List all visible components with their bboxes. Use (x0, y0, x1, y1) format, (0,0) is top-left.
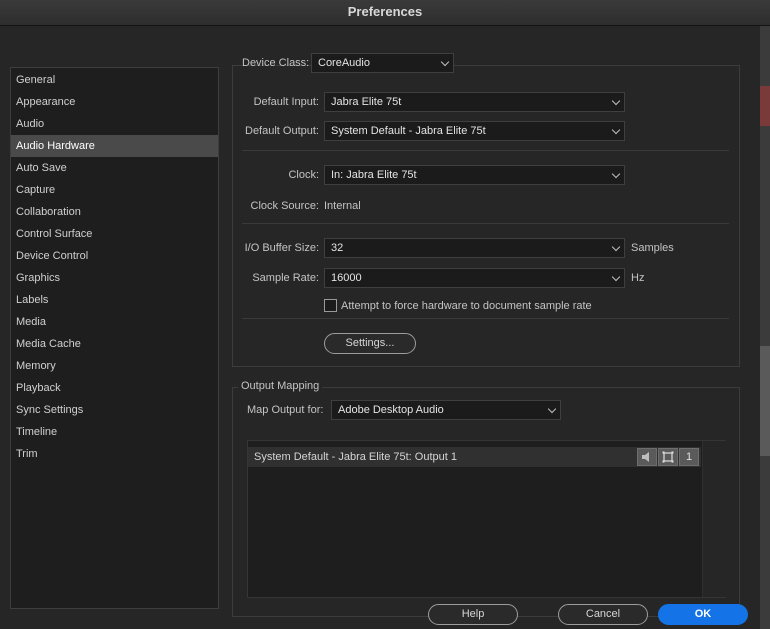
default-output-label: Default Output: (245, 125, 319, 137)
output-mapping-list: System Default - Jabra Elite 75t: Output… (247, 440, 726, 598)
divider (242, 150, 729, 151)
chevron-down-icon (547, 404, 557, 414)
speaker-icon[interactable] (637, 448, 657, 466)
map-output-for-label: Map Output for: (247, 404, 324, 416)
sidebar-item-audio-hardware[interactable]: Audio Hardware (11, 135, 218, 157)
buffer-size-select[interactable]: 32 (324, 238, 625, 258)
sidebar-item-sync-settings[interactable]: Sync Settings (11, 399, 218, 421)
speaker-glyph (642, 452, 649, 462)
map-output-for-value: Adobe Desktop Audio (338, 404, 444, 416)
default-input-value: Jabra Elite 75t (331, 96, 402, 108)
output-mapping-scrollbar[interactable] (702, 441, 726, 597)
sidebar-item-memory[interactable]: Memory (11, 355, 218, 377)
default-output-value: System Default - Jabra Elite 75t (331, 125, 486, 137)
chevron-down-icon (611, 272, 621, 282)
sample-rate-select[interactable]: 16000 (324, 268, 625, 288)
output-mapping-row-label: System Default - Jabra Elite 75t: Output… (254, 451, 457, 463)
chevron-down-icon (611, 125, 621, 135)
sidebar-item-capture[interactable]: Capture (11, 179, 218, 201)
channel-number[interactable]: 1 (679, 448, 699, 466)
sidebar-item-graphics[interactable]: Graphics (11, 267, 218, 289)
output-mapping-title: Output Mapping (238, 380, 323, 392)
divider (242, 223, 729, 224)
sidebar-item-timeline[interactable]: Timeline (11, 421, 218, 443)
default-input-label: Default Input: (253, 96, 319, 108)
sidebar-item-appearance[interactable]: Appearance (11, 91, 218, 113)
preferences-dialog: General Appearance Audio Audio Hardware Auto… (0, 26, 760, 629)
cancel-button[interactable]: Cancel (558, 604, 648, 625)
device-class-value: CoreAudio (318, 57, 370, 69)
clock-label: Clock: (288, 169, 319, 181)
sidebar-item-general[interactable]: General (11, 69, 218, 91)
sidebar-item-collaboration[interactable]: Collaboration (11, 201, 218, 223)
frame-glyph (662, 451, 674, 463)
channel-frame-icon[interactable] (658, 448, 678, 466)
ok-button[interactable]: OK (658, 604, 748, 625)
chevron-down-icon (611, 169, 621, 179)
sample-rate-unit: Hz (631, 272, 645, 284)
buffer-size-label: I/O Buffer Size: (244, 242, 319, 254)
chevron-down-icon (440, 57, 450, 67)
settings-button[interactable]: Settings... (324, 333, 416, 354)
sidebar-item-trim[interactable]: Trim (11, 443, 218, 465)
clock-value: In: Jabra Elite 75t (331, 169, 417, 181)
clock-select[interactable]: In: Jabra Elite 75t (324, 165, 625, 185)
device-class-select[interactable]: CoreAudio (311, 53, 454, 73)
sidebar-item-playback[interactable]: Playback (11, 377, 218, 399)
default-input-select[interactable]: Jabra Elite 75t (324, 92, 625, 112)
sidebar-item-auto-save[interactable]: Auto Save (11, 157, 218, 179)
buffer-size-unit: Samples (631, 242, 674, 254)
chevron-down-icon (611, 96, 621, 106)
clock-source-value: Internal (324, 200, 361, 212)
sidebar-item-media-cache[interactable]: Media Cache (11, 333, 218, 355)
sample-rate-value: 16000 (331, 272, 362, 284)
preferences-sidebar: General Appearance Audio Audio Hardware Auto… (10, 67, 219, 609)
divider (242, 318, 729, 319)
buffer-size-value: 32 (331, 242, 344, 254)
sidebar-item-media[interactable]: Media (11, 311, 218, 333)
chevron-down-icon (611, 242, 621, 252)
sample-rate-label: Sample Rate: (252, 272, 319, 284)
clock-source-label: Clock Source: (250, 200, 319, 212)
force-sample-rate-label[interactable]: Attempt to force hardware to document sa… (341, 300, 592, 312)
sidebar-item-control-surface[interactable]: Control Surface (11, 223, 218, 245)
device-class-label: Device Class: (242, 57, 310, 69)
sidebar-list: General Appearance Audio Audio Hardware Auto… (11, 68, 218, 465)
map-output-for-select[interactable]: Adobe Desktop Audio (331, 400, 561, 420)
output-mapping-row[interactable]: System Default - Jabra Elite 75t: Output… (248, 447, 701, 467)
background-app-edge (760, 26, 770, 629)
sidebar-item-device-control[interactable]: Device Control (11, 245, 218, 267)
default-output-select[interactable]: System Default - Jabra Elite 75t (324, 121, 625, 141)
window-title: Preferences (0, 0, 770, 26)
sidebar-item-labels[interactable]: Labels (11, 289, 218, 311)
force-sample-rate-checkbox[interactable] (324, 299, 337, 312)
sidebar-item-audio[interactable]: Audio (11, 113, 218, 135)
help-button[interactable]: Help (428, 604, 518, 625)
